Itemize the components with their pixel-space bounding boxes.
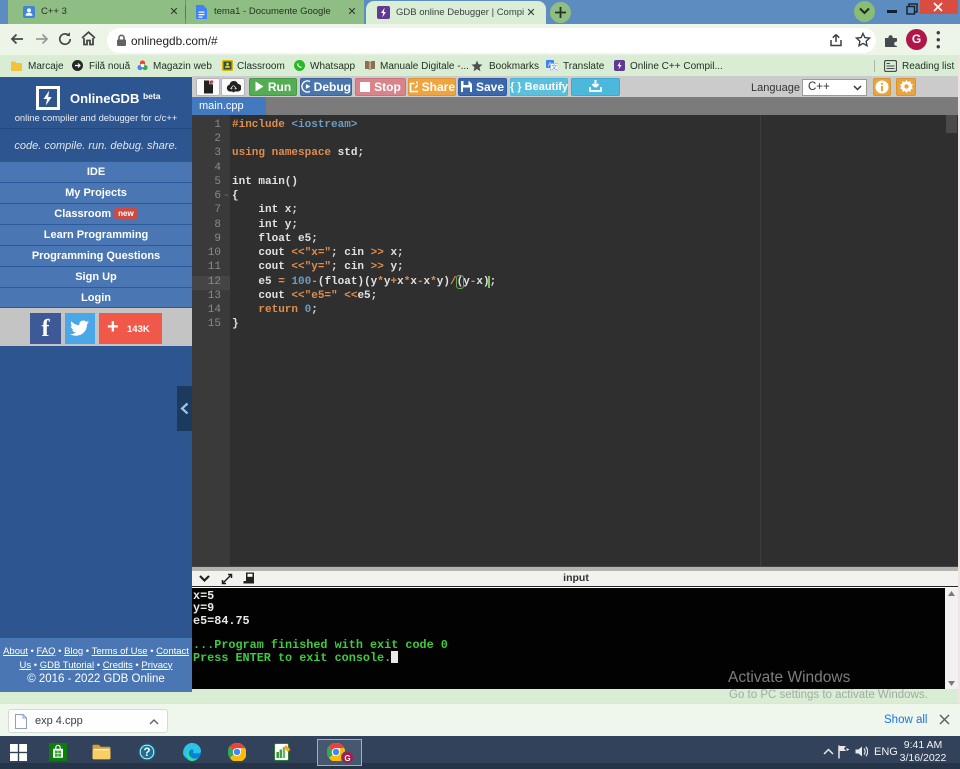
svg-text:文: 文 xyxy=(551,64,557,72)
svg-text:?: ? xyxy=(143,747,150,759)
